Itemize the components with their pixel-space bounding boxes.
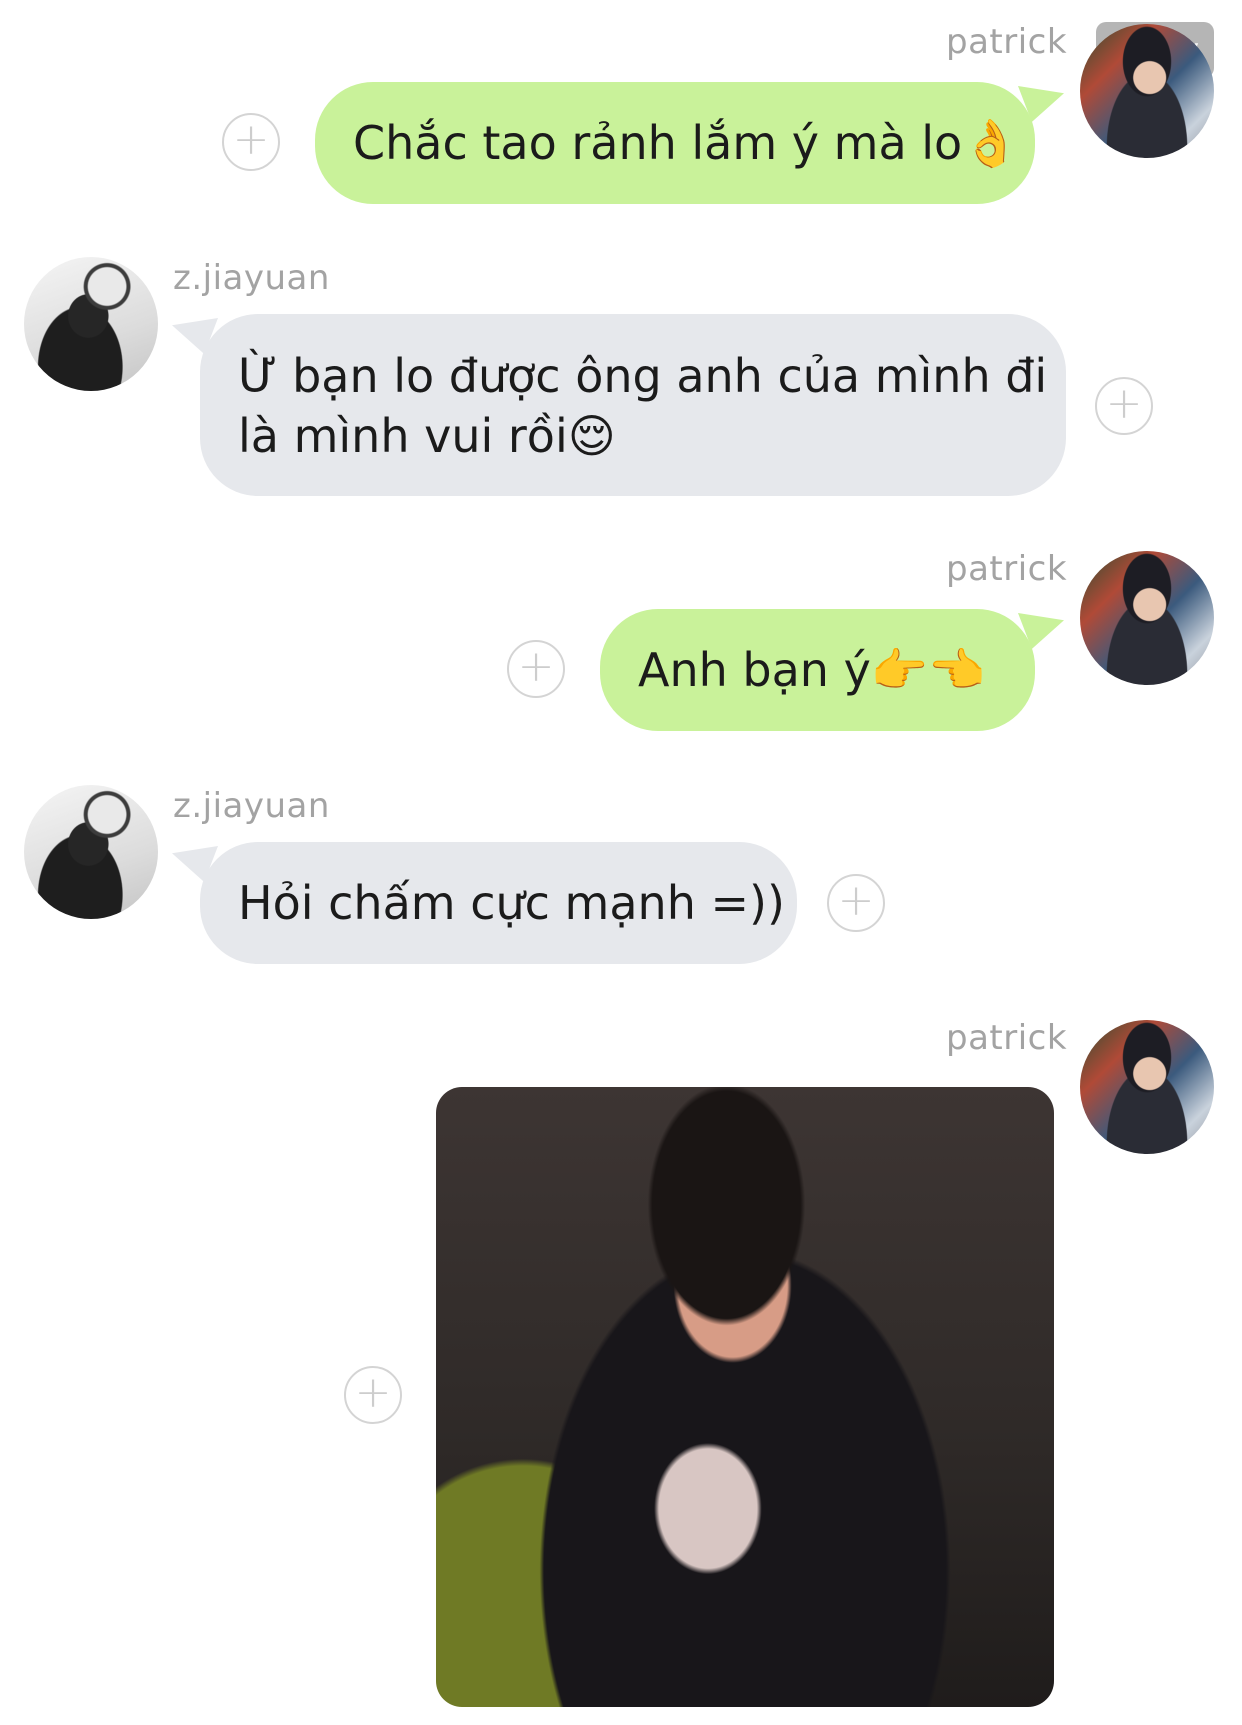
message-bubble-outgoing[interactable]: Chắc tao rảnh lắm ý mà lo👌 [315, 82, 1035, 204]
message-bubble-incoming[interactable]: Hỏi chấm cực mạnh =)) [200, 842, 797, 964]
add-reaction-button[interactable]: + [344, 1366, 402, 1424]
plus-icon: + [837, 875, 875, 926]
sender-name: z.jiayuan [173, 786, 330, 826]
message-image[interactable] [436, 1087, 1054, 1707]
sender-name: patrick [946, 22, 1068, 62]
sender-name: z.jiayuan [173, 258, 330, 298]
message-bubble-outgoing[interactable]: Anh bạn ý👉👈 [600, 609, 1035, 731]
add-reaction-button[interactable]: + [827, 874, 885, 932]
avatar-zjiayuan[interactable] [24, 785, 158, 919]
plus-icon: + [354, 1367, 392, 1418]
plus-icon: + [1105, 378, 1143, 429]
sender-name: patrick [946, 1018, 1068, 1058]
plus-icon: + [232, 114, 270, 165]
message-bubble-incoming[interactable]: Ừ bạn lo được ông anh của mình đi là mìn… [200, 314, 1066, 496]
sender-name: patrick [946, 549, 1068, 589]
chat-thread: 91joy patrick + Chắc tao rảnh lắm ý mà l… [0, 0, 1242, 1725]
add-reaction-button[interactable]: + [222, 113, 280, 171]
plus-icon: + [517, 641, 555, 692]
avatar-patrick[interactable] [1080, 24, 1214, 158]
add-reaction-button[interactable]: + [1095, 377, 1153, 435]
add-reaction-button[interactable]: + [507, 640, 565, 698]
avatar-zjiayuan[interactable] [24, 257, 158, 391]
avatar-patrick[interactable] [1080, 1020, 1214, 1154]
avatar-patrick[interactable] [1080, 551, 1214, 685]
